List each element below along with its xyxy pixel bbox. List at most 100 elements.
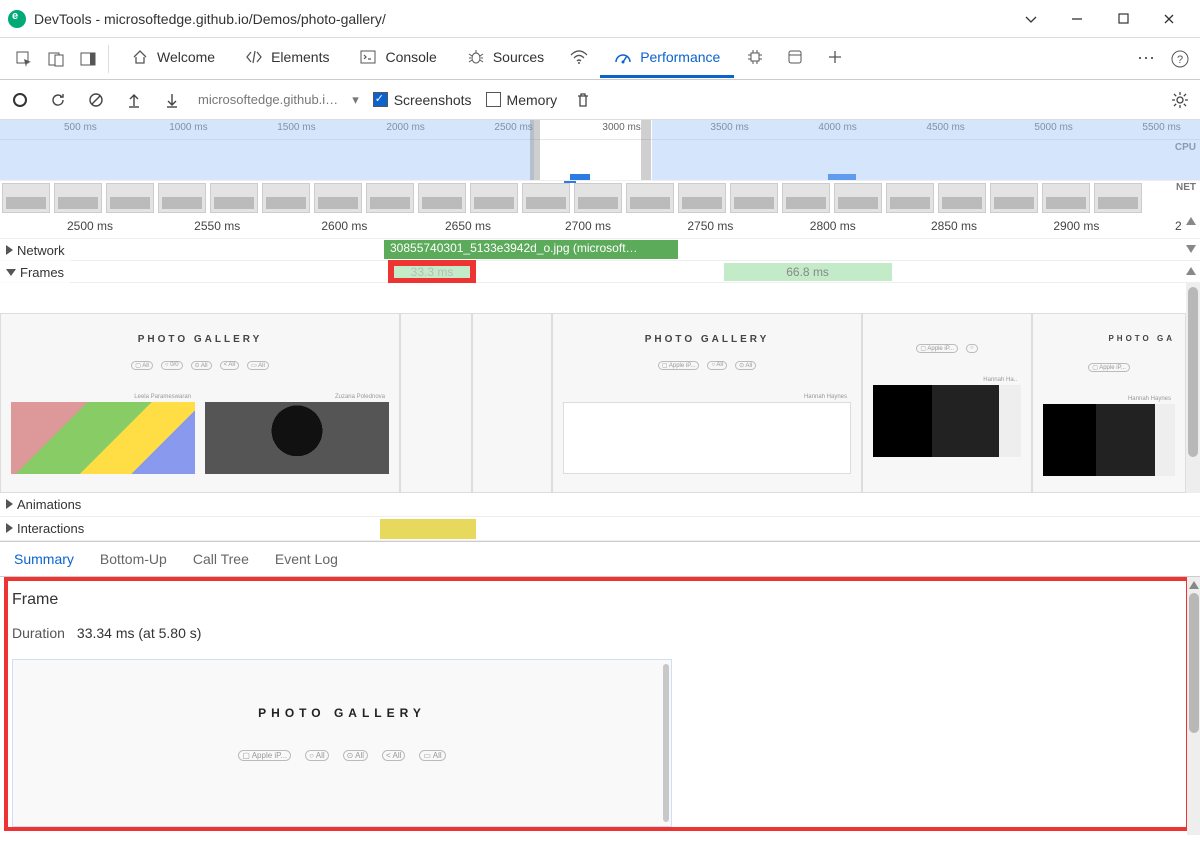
- tab-elements-label: Elements: [271, 49, 329, 65]
- frame-screenshot[interactable]: PHOTO GALLERY ▢ Apple iP... ○ All ⊙ All …: [552, 313, 862, 493]
- track-animations[interactable]: Animations: [0, 493, 1200, 517]
- track-interactions-label: Interactions: [17, 521, 84, 536]
- ruler-tick: 2500 ms: [67, 219, 113, 233]
- frame-screenshot[interactable]: PHOTO GA ▢ Apple iP... Hannah Haynes: [1032, 313, 1186, 493]
- reload-button[interactable]: [46, 88, 70, 112]
- net-label: NET: [1176, 182, 1196, 193]
- frame-screenshot[interactable]: [472, 313, 552, 493]
- network-request-bar[interactable]: 30855740301_5133e3942d_o.jpg (microsoft…: [384, 240, 678, 259]
- screenshot-title: PHOTO GALLERY: [11, 334, 389, 345]
- ruler-tick: 2750 ms: [687, 219, 733, 233]
- wifi-icon: [570, 48, 588, 66]
- app-icon: [8, 10, 26, 28]
- screenshot-title: PHOTO GALLERY: [173, 706, 511, 720]
- tab-performance[interactable]: Performance: [600, 40, 734, 78]
- device-toolbar-icon[interactable]: [42, 45, 70, 73]
- load-profile-button[interactable]: [122, 88, 146, 112]
- track-frames-header[interactable]: Frames 33.3 ms 66.8 ms: [0, 261, 1200, 283]
- more-tools-button[interactable]: ⋯: [1130, 43, 1162, 75]
- ruler-tick: 2550 ms: [194, 219, 240, 233]
- ruler-tick: 2: [1175, 219, 1182, 233]
- minimize-button[interactable]: [1054, 4, 1100, 34]
- frame-screenshot[interactable]: [400, 313, 472, 493]
- timeline-overview[interactable]: 500 ms 1000 ms 1500 ms 2000 ms 2500 ms 3…: [0, 120, 1200, 215]
- scroll-down-icon[interactable]: [1186, 245, 1196, 253]
- summary-heading: Frame: [12, 591, 1188, 609]
- overview-handle-right[interactable]: [641, 120, 651, 180]
- delete-profile-button[interactable]: [571, 88, 595, 112]
- help-button[interactable]: ?: [1164, 43, 1196, 75]
- save-profile-button[interactable]: [160, 88, 184, 112]
- memory-checkbox[interactable]: Memory: [486, 92, 558, 108]
- expand-icon[interactable]: [6, 245, 13, 255]
- bug-icon: [467, 48, 485, 66]
- tab-event-log[interactable]: Event Log: [275, 551, 338, 567]
- code-icon: [245, 48, 263, 66]
- frame-screenshot[interactable]: ▢ Apple iP... ○ Hannah Ha..: [862, 313, 1032, 493]
- profile-dropdown-icon[interactable]: ▾: [352, 92, 359, 108]
- maximize-button[interactable]: [1100, 4, 1146, 34]
- close-button[interactable]: [1146, 4, 1192, 34]
- devtools-tabbar: Welcome Elements Console Sources Perform…: [0, 38, 1200, 80]
- record-button[interactable]: [8, 88, 32, 112]
- expand-icon[interactable]: [6, 499, 13, 509]
- checkbox-unchecked-icon: [486, 92, 501, 107]
- vertical-scrollbar[interactable]: [1186, 283, 1200, 493]
- tab-call-tree[interactable]: Call Tree: [193, 551, 249, 567]
- ruler-tick: 2600 ms: [321, 219, 367, 233]
- flame-chart[interactable]: Network 30855740301_5133e3942d_o.jpg (mi…: [0, 239, 1200, 541]
- summary-duration-value: 33.34 ms (at 5.80 s): [77, 625, 202, 641]
- overview-screenshots-lane: NET: [0, 180, 1200, 215]
- track-interactions[interactable]: Interactions: [0, 517, 1200, 541]
- chevron-down-icon[interactable]: [1008, 4, 1054, 34]
- tab-network-conditions[interactable]: [560, 40, 598, 78]
- track-network[interactable]: Network 30855740301_5133e3942d_o.jpg (mi…: [0, 239, 1200, 261]
- details-tabbar: Summary Bottom-Up Call Tree Event Log: [0, 541, 1200, 577]
- frames-screenshots: PHOTO GALLERY ▢ All ○ 0/0 ⊙ All < All ▭ …: [0, 283, 1200, 493]
- tab-memory-icon[interactable]: [736, 40, 774, 78]
- screenshot-title: PHOTO GALLERY: [563, 334, 851, 345]
- ruler-tick: 2650 ms: [445, 219, 491, 233]
- tab-sources-label: Sources: [493, 49, 544, 65]
- overview-selection-mask: [652, 120, 1200, 180]
- flame-chart-ruler[interactable]: 2500 ms 2550 ms 2600 ms 2650 ms 2700 ms …: [0, 215, 1200, 239]
- plus-icon: [826, 48, 844, 66]
- collapse-icon[interactable]: [6, 269, 16, 276]
- scroll-up-icon[interactable]: [1186, 217, 1196, 225]
- expand-icon[interactable]: [6, 523, 13, 533]
- tab-welcome[interactable]: Welcome: [117, 40, 229, 78]
- tab-elements[interactable]: Elements: [231, 40, 343, 78]
- frame-chip-selected[interactable]: 33.3 ms: [391, 263, 473, 281]
- track-network-label: Network: [17, 243, 65, 258]
- window-title: DevTools - microsoftedge.github.io/Demos…: [34, 11, 386, 27]
- screenshots-checkbox[interactable]: Screenshots: [373, 92, 472, 108]
- window-icon: [786, 48, 804, 66]
- scroll-up-icon[interactable]: [1186, 267, 1196, 275]
- profile-selector[interactable]: microsoftedge.github.i…: [198, 92, 338, 107]
- track-frames-label: Frames: [20, 265, 64, 280]
- tab-console-label: Console: [385, 49, 436, 65]
- summary-screenshot[interactable]: PHOTO GALLERY ▢ Apple iP... ○ All ⊙ All …: [12, 659, 672, 827]
- frame-chip[interactable]: 66.8 ms: [724, 263, 892, 281]
- overview-handle-left[interactable]: [530, 120, 540, 180]
- tab-bottom-up[interactable]: Bottom-Up: [100, 551, 167, 567]
- ruler-tick: 2900 ms: [1053, 219, 1099, 233]
- settings-button[interactable]: [1168, 88, 1192, 112]
- inspect-element-icon[interactable]: [10, 45, 38, 73]
- interaction-bar[interactable]: [380, 519, 476, 539]
- chip-icon: [746, 48, 764, 66]
- frame-screenshot[interactable]: PHOTO GALLERY ▢ All ○ 0/0 ⊙ All < All ▭ …: [0, 313, 400, 493]
- clear-button[interactable]: [84, 88, 108, 112]
- console-icon: [359, 48, 377, 66]
- tab-summary[interactable]: Summary: [14, 551, 74, 567]
- tab-console[interactable]: Console: [345, 40, 450, 78]
- tab-application-icon[interactable]: [776, 40, 814, 78]
- vertical-scrollbar[interactable]: [1187, 577, 1200, 835]
- add-tab-button[interactable]: [816, 40, 854, 78]
- ruler-tick: 3000 ms: [602, 122, 640, 133]
- dock-side-icon[interactable]: [74, 45, 102, 73]
- tab-sources[interactable]: Sources: [453, 40, 558, 78]
- ruler-tick: 2700 ms: [565, 219, 611, 233]
- checkbox-checked-icon: [373, 92, 388, 107]
- summary-pane: Frame Duration 33.34 ms (at 5.80 s) PHOT…: [0, 577, 1200, 835]
